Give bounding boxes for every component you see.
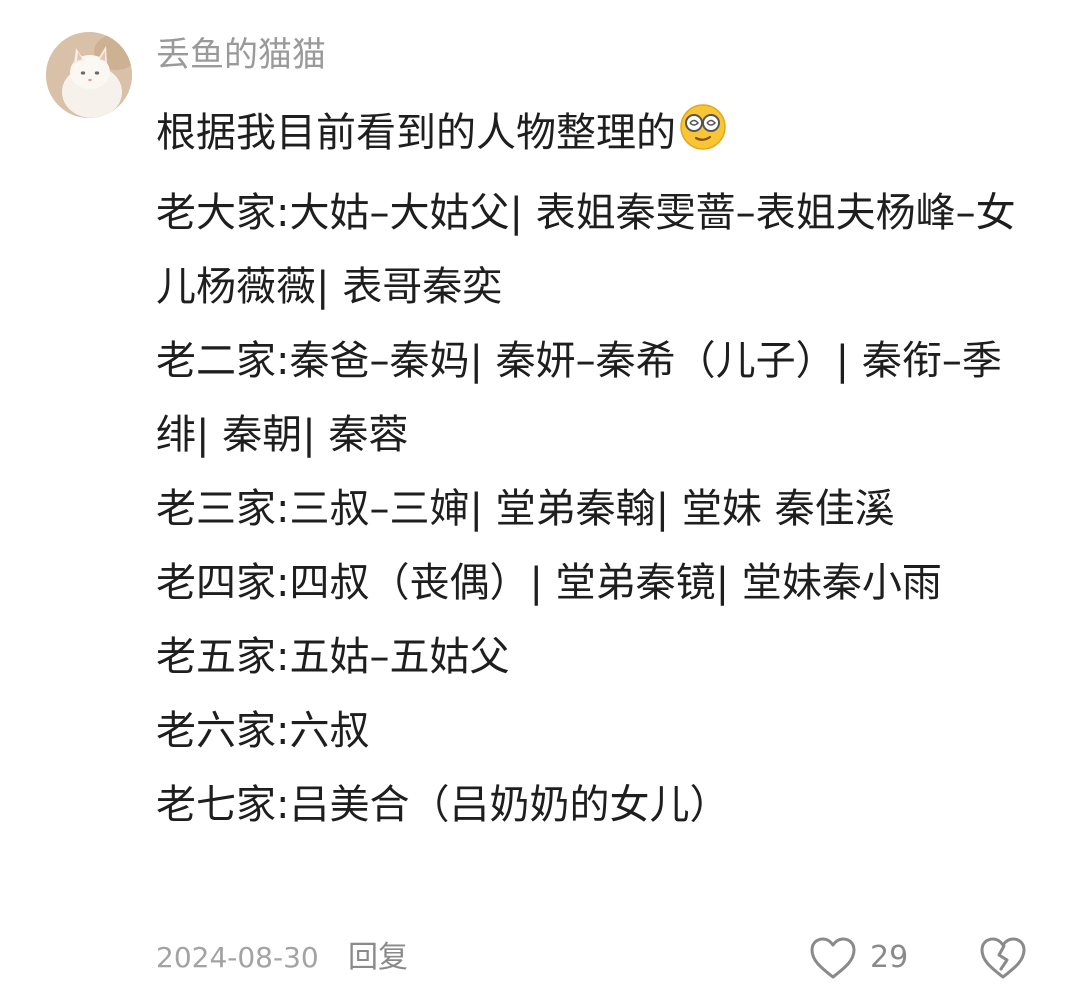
heart-outline-icon xyxy=(810,937,856,979)
comment-date: 2024-08-30 xyxy=(156,941,319,974)
family-line-3: 老三家:三叔–三婶| 堂弟秦翰| 堂妹 秦佳溪 xyxy=(156,486,895,532)
comment-intro-text: 根据我目前看到的人物整理的 xyxy=(156,110,676,156)
username[interactable]: 丢鱼的猫猫 xyxy=(156,30,326,80)
broken-heart-icon xyxy=(980,937,1026,979)
reply-button[interactable]: 回复 xyxy=(348,933,408,983)
user-avatar[interactable] xyxy=(46,32,132,118)
family-line-5: 老五家:五姑–五姑父 xyxy=(156,634,510,680)
family-line-4: 老四家:四叔（丧偶）| 堂弟秦镜| 堂妹秦小雨 xyxy=(156,560,942,606)
comment-footer: 2024-08-30 回复 29 xyxy=(156,933,1036,983)
like-count: 29 xyxy=(870,940,909,975)
white-cat-avatar-icon xyxy=(46,32,132,118)
dizzy-glasses-emoji-icon xyxy=(678,102,728,176)
comment-item: 丢鱼的猫猫 根据我目前看到的人物整理的 老大家:大姑–大姑父| 表姐秦雯蔷–表姐… xyxy=(0,0,1080,1001)
dislike-button[interactable] xyxy=(978,935,1028,985)
family-line-1: 老大家:大姑–大姑父| 表姐秦雯蔷–表姐夫杨峰–女儿杨薇薇| 表哥秦奕 xyxy=(156,190,1016,310)
family-line-2: 老二家:秦爸–秦妈| 秦妍–秦希（儿子）| 秦衔–季绯| 秦朝| 秦蓉 xyxy=(156,338,1002,458)
comment-intro-line: 根据我目前看到的人物整理的 xyxy=(156,96,1036,176)
comment-body: 根据我目前看到的人物整理的 老大家:大姑–大姑父| 表姐秦雯蔷–表姐夫杨峰–女儿… xyxy=(156,96,1036,842)
like-button[interactable]: 29 xyxy=(808,933,908,983)
family-line-7: 老七家:吕美合（吕奶奶的女儿） xyxy=(156,782,730,828)
family-line-6: 老六家:六叔 xyxy=(156,708,370,754)
